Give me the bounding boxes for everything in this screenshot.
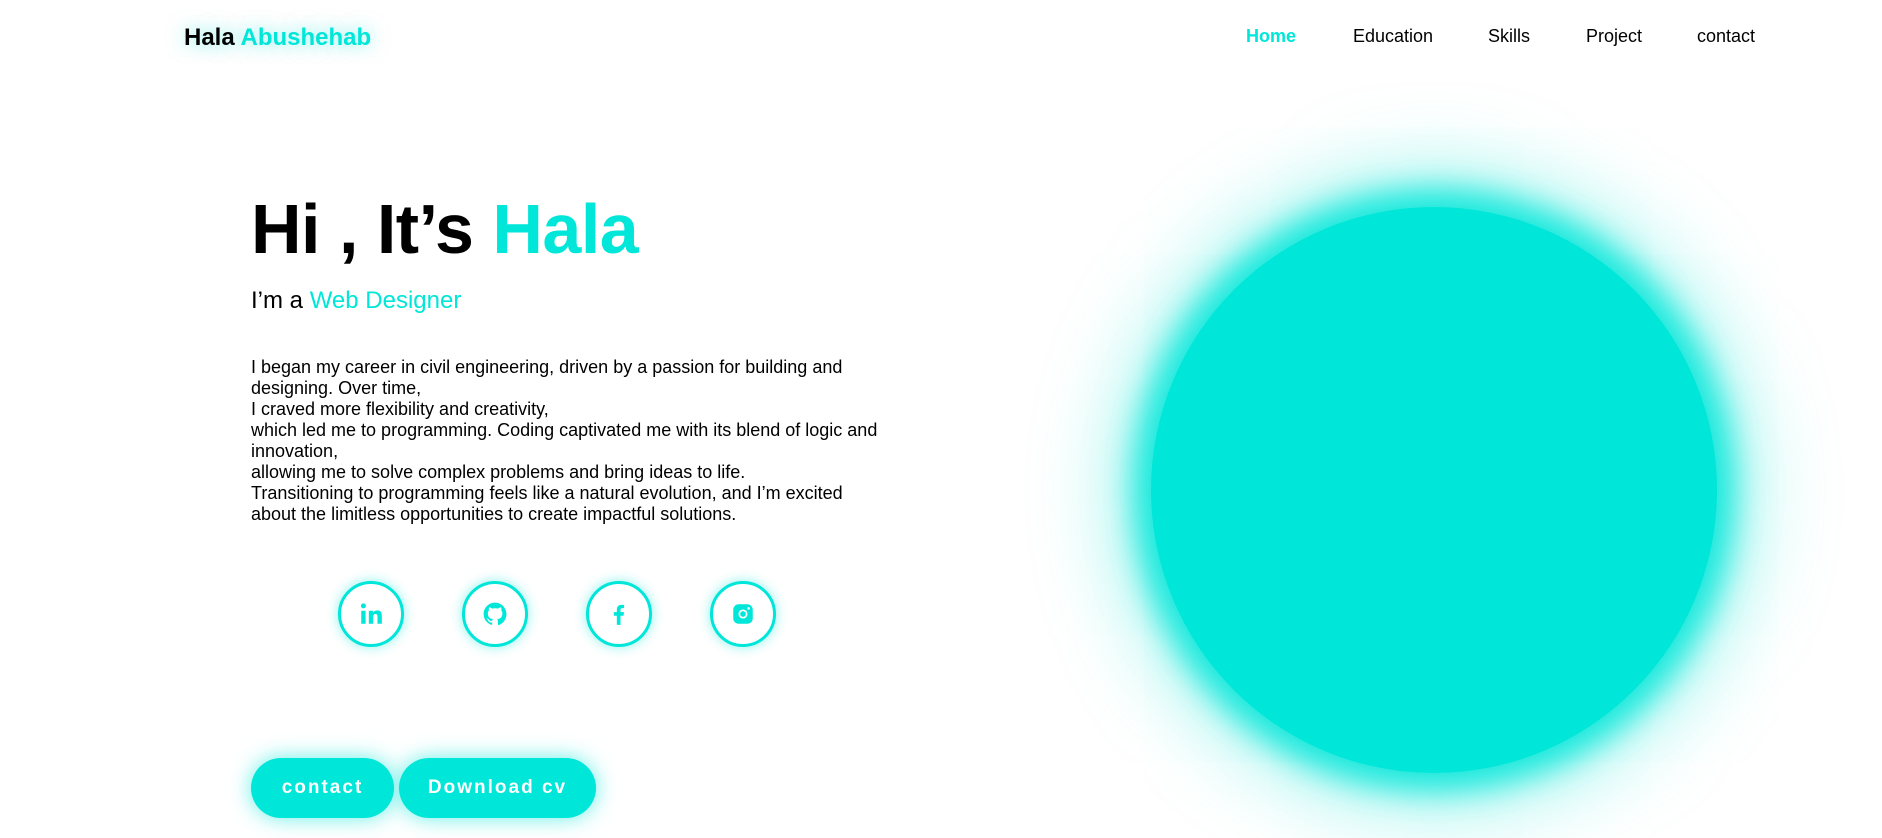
nav-home[interactable]: Home xyxy=(1246,26,1296,47)
bio-line: allowing me to solve complex problems an… xyxy=(251,462,746,482)
hero-name: Hala xyxy=(492,190,639,268)
bio-line: I began my career in civil engineering, … xyxy=(251,357,843,377)
github-icon xyxy=(483,602,507,626)
bio-line: innovation, xyxy=(251,441,339,461)
bio-line: designing. Over time, xyxy=(251,378,422,398)
nav-skills[interactable]: Skills xyxy=(1488,26,1530,47)
instagram-link[interactable] xyxy=(710,581,776,647)
role-title: Web Designer xyxy=(309,287,462,314)
linkedin-icon xyxy=(360,603,382,624)
hero-title: Hi , It’s Hala xyxy=(251,188,639,270)
facebook-link[interactable] xyxy=(586,581,652,647)
nav-education[interactable]: Education xyxy=(1353,26,1433,47)
role-prefix: I’m a xyxy=(251,287,310,314)
linkedin-link[interactable] xyxy=(338,581,404,647)
nav-contact[interactable]: contact xyxy=(1697,26,1755,47)
logo-first-name: Hala xyxy=(184,24,235,51)
hero-greeting: Hi , It’s xyxy=(251,190,493,268)
hero-bio: I began my career in civil engineering, … xyxy=(251,357,891,525)
contact-button[interactable]: contact xyxy=(251,758,394,818)
profile-image-circle xyxy=(1151,207,1717,773)
site-logo[interactable]: Hala Abushehab xyxy=(184,24,371,52)
bio-line: about the limitless opportunities to cre… xyxy=(251,504,737,524)
github-link[interactable] xyxy=(462,581,528,647)
nav-project[interactable]: Project xyxy=(1586,26,1642,47)
hero-role: I’m a Web Designer xyxy=(251,286,461,316)
bio-line: Transitioning to programming feels like … xyxy=(251,483,843,503)
facebook-icon xyxy=(613,604,625,625)
logo-last-name: Abushehab xyxy=(240,24,372,51)
download-cv-button[interactable]: Download cv xyxy=(399,758,596,818)
instagram-icon xyxy=(733,604,753,624)
bio-line: which led me to programming. Coding capt… xyxy=(251,420,878,440)
bio-line: I craved more flexibility and creativity… xyxy=(251,399,549,419)
